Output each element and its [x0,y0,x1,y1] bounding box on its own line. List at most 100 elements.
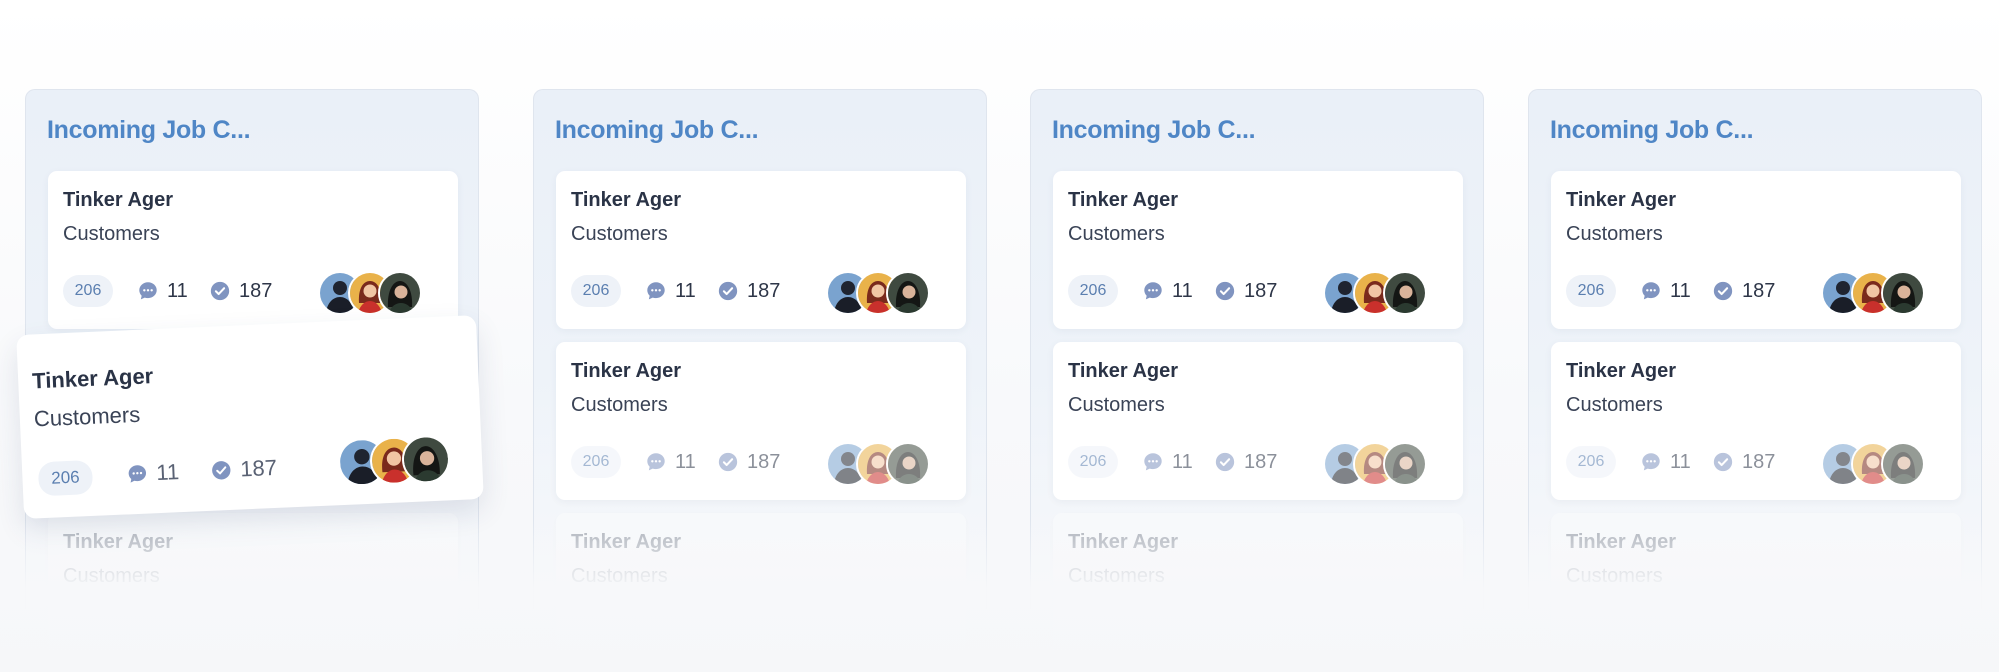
avatar[interactable] [378,271,422,315]
card-title: Tinker Ager [1566,360,1677,382]
chat-bubble-icon [645,451,667,473]
task-card[interactable]: Tinker Ager Customers 206 11 187 [556,171,966,329]
completed-stat[interactable]: 187 [210,454,278,485]
comments-count: 11 [1670,279,1691,302]
card-subtitle: Customers [1566,394,1663,416]
avatar[interactable] [1383,442,1427,486]
card-subtitle: Customers [1068,394,1165,416]
card-subtitle: Customers [1566,565,1663,587]
count-badge: 206 [571,275,621,307]
assignee-avatars[interactable] [318,271,438,315]
comments-stat[interactable]: 11 [1640,277,1691,305]
task-card[interactable]: Tinker Ager Customers 206 11 187 [1053,342,1463,500]
card-meta: 206 11 187 [1068,442,1448,486]
comments-stat[interactable]: 11 [126,458,180,488]
card-title: Tinker Ager [63,189,174,211]
chat-bubble-icon [126,462,149,485]
card-title: Tinker Ager [1068,531,1179,553]
assignee-avatars[interactable] [826,271,946,315]
comments-stat[interactable]: 11 [645,448,696,476]
count-badge: 206 [1068,275,1118,307]
card-meta: 206 11 187 [571,442,951,486]
assignee-avatars[interactable] [826,442,946,486]
completed-stat[interactable]: 187 [717,277,780,305]
card-title: Tinker Ager [1068,189,1179,211]
avatar[interactable] [1383,271,1427,315]
chat-bubble-icon [645,280,667,302]
card-title: Tinker Ager [571,531,682,553]
assignee-avatars[interactable] [337,434,459,488]
completed-count: 187 [747,450,781,473]
completed-count: 187 [239,454,278,482]
chat-bubble-icon [1640,451,1662,473]
column-title[interactable]: Incoming Job C... [1550,116,1754,145]
check-circle-icon [717,280,739,302]
task-card[interactable]: Tinker Ager Customers [48,513,458,671]
task-card[interactable]: Tinker Ager Customers 206 11 187 [1053,171,1463,329]
completed-count: 187 [1244,450,1278,473]
card-meta: 206 11 187 [63,271,443,315]
comments-count: 11 [1172,279,1193,302]
comments-stat[interactable]: 11 [1640,448,1691,476]
completed-stat[interactable]: 187 [209,277,272,305]
comments-stat[interactable]: 11 [1142,448,1193,476]
avatar[interactable] [886,271,930,315]
card-title: Tinker Ager [571,189,682,211]
check-circle-icon [1214,280,1236,302]
assignee-avatars[interactable] [1821,442,1941,486]
chat-bubble-icon [1142,280,1164,302]
count-badge: 206 [1566,275,1616,307]
card-subtitle: Customers [571,223,668,245]
card-meta: 206 11 187 [571,271,951,315]
chat-bubble-icon [1142,451,1164,473]
completed-stat[interactable]: 187 [1214,448,1277,476]
count-badge: 206 [1068,446,1118,478]
chat-bubble-icon [137,280,159,302]
check-circle-icon [1712,280,1734,302]
task-card[interactable]: Tinker Ager Customers [556,513,966,671]
task-card[interactable]: Tinker Ager Customers 206 11 187 [556,342,966,500]
task-card[interactable]: Tinker Ager Customers 206 11 187 [1551,342,1961,500]
card-meta: 206 11 187 [37,434,452,499]
assignee-avatars[interactable] [1323,442,1443,486]
task-card[interactable]: Tinker Ager Customers [1053,513,1463,671]
dragging-card[interactable]: Tinker Ager Customers 206 11 187 [16,315,484,519]
avatar[interactable] [1881,442,1925,486]
kanban-column: Incoming Job C... Tinker Ager Customers … [1030,89,1484,671]
completed-stat[interactable]: 187 [1712,448,1775,476]
column-title[interactable]: Incoming Job C... [1052,116,1256,145]
task-card[interactable]: Tinker Ager Customers 206 11 187 [1551,171,1961,329]
comments-count: 11 [167,279,188,302]
comments-count: 11 [155,459,180,486]
completed-stat[interactable]: 187 [1712,277,1775,305]
completed-count: 187 [747,279,781,302]
check-circle-icon [1712,451,1734,473]
comments-stat[interactable]: 11 [137,277,188,305]
count-badge: 206 [1566,446,1616,478]
card-title: Tinker Ager [31,363,154,394]
task-card[interactable]: Tinker Ager Customers [1551,513,1961,671]
comments-count: 11 [675,279,696,302]
card-subtitle: Customers [63,223,160,245]
comments-stat[interactable]: 11 [645,277,696,305]
avatar[interactable] [886,442,930,486]
card-meta: 206 11 187 [1566,271,1946,315]
comments-stat[interactable]: 11 [1142,277,1193,305]
completed-stat[interactable]: 187 [717,448,780,476]
card-title: Tinker Ager [1068,360,1179,382]
avatar[interactable] [1881,271,1925,315]
completed-stat[interactable]: 187 [1214,277,1277,305]
card-title: Tinker Ager [63,531,174,553]
card-title: Tinker Ager [1566,189,1677,211]
column-title[interactable]: Incoming Job C... [555,116,759,145]
assignee-avatars[interactable] [1821,271,1941,315]
chat-bubble-icon [1640,280,1662,302]
comments-count: 11 [675,450,696,473]
kanban-column: Incoming Job C... Tinker Ager Customers … [1528,89,1982,671]
card-meta: 206 11 187 [1068,271,1448,315]
card-subtitle: Customers [571,565,668,587]
task-card[interactable]: Tinker Ager Customers 206 11 187 [48,171,458,329]
column-title[interactable]: Incoming Job C... [47,116,251,145]
assignee-avatars[interactable] [1323,271,1443,315]
count-badge: 206 [63,275,113,307]
